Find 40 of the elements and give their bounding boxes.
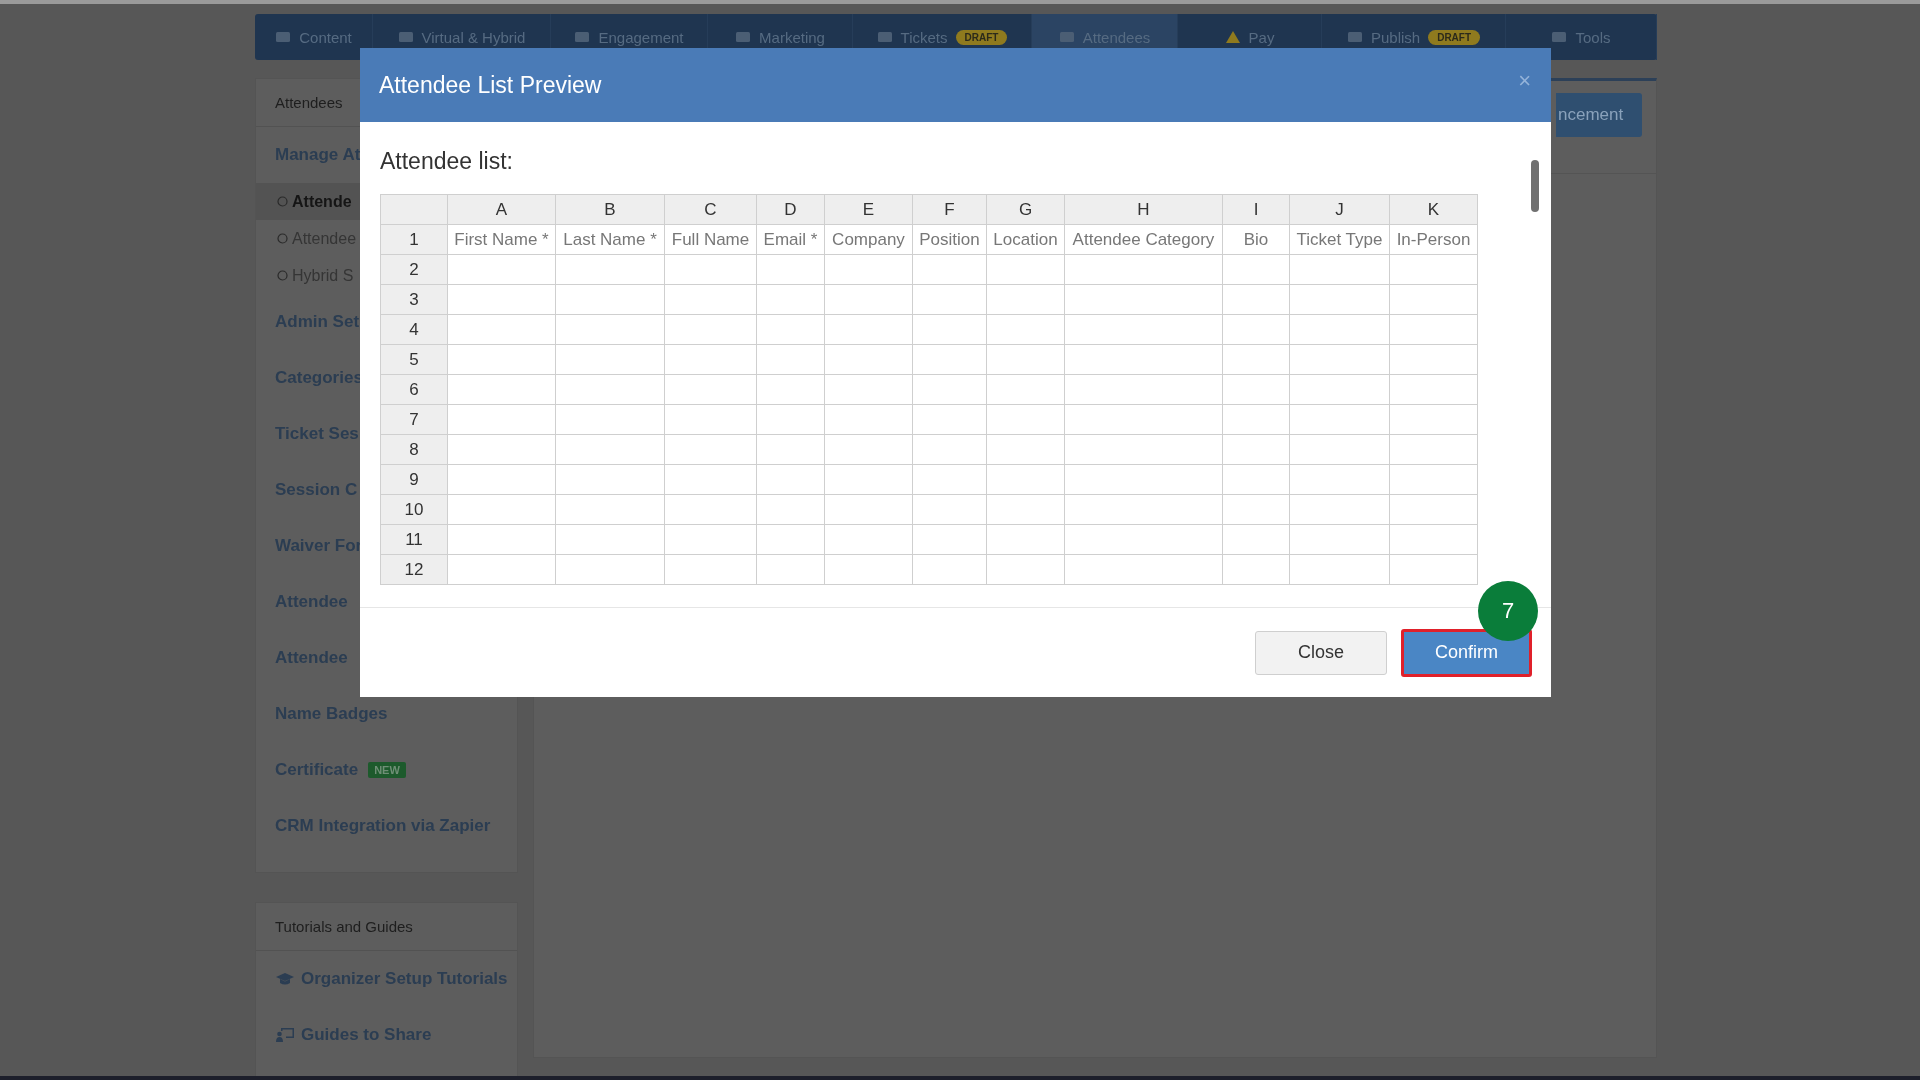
column-header: A bbox=[447, 194, 556, 225]
row-number: 10 bbox=[380, 494, 448, 525]
column-header: K bbox=[1389, 194, 1478, 225]
column-header: B bbox=[555, 194, 665, 225]
table-cell: Position bbox=[912, 224, 987, 255]
column-header: J bbox=[1289, 194, 1390, 225]
step-badge: 7 bbox=[1478, 580, 1538, 641]
table-cell: Last Name * bbox=[555, 224, 665, 255]
row-number: 12 bbox=[380, 554, 448, 585]
table-cell: Bio bbox=[1222, 224, 1290, 255]
row-number: 2 bbox=[380, 254, 448, 285]
column-header: C bbox=[664, 194, 757, 225]
row-number: 7 bbox=[380, 404, 448, 435]
row-number: 11 bbox=[380, 524, 448, 555]
row-number: 3 bbox=[380, 284, 448, 315]
table-cell: First Name * bbox=[447, 224, 556, 255]
column-header: H bbox=[1064, 194, 1223, 225]
column-header: D bbox=[756, 194, 825, 225]
table-cell: Location bbox=[986, 224, 1065, 255]
table-cell: Company bbox=[824, 224, 913, 255]
column-header: G bbox=[986, 194, 1065, 225]
row-number: 4 bbox=[380, 314, 448, 345]
draft-badge: DRAFT bbox=[1428, 29, 1481, 45]
row-number: 9 bbox=[380, 464, 448, 495]
column-header: I bbox=[1222, 194, 1290, 225]
column-header: F bbox=[912, 194, 987, 225]
table-cell: Ticket Type bbox=[1289, 224, 1390, 255]
table-cell: In-Person bbox=[1389, 224, 1478, 255]
row-number: 1 bbox=[380, 224, 448, 255]
row-number: 6 bbox=[380, 374, 448, 405]
table-cell: Full Name bbox=[664, 224, 757, 255]
column-header: E bbox=[824, 194, 913, 225]
new-badge: NEW bbox=[368, 762, 406, 778]
row-number: 8 bbox=[380, 434, 448, 465]
draft-badge: DRAFT bbox=[955, 29, 1008, 45]
row-number: 5 bbox=[380, 344, 448, 375]
list-label: Attendee list: bbox=[380, 146, 514, 176]
table-cell: Email * bbox=[756, 224, 825, 255]
panel-header: Tutorials and Guides bbox=[256, 903, 517, 951]
table-cell: Attendee Category bbox=[1064, 224, 1223, 255]
